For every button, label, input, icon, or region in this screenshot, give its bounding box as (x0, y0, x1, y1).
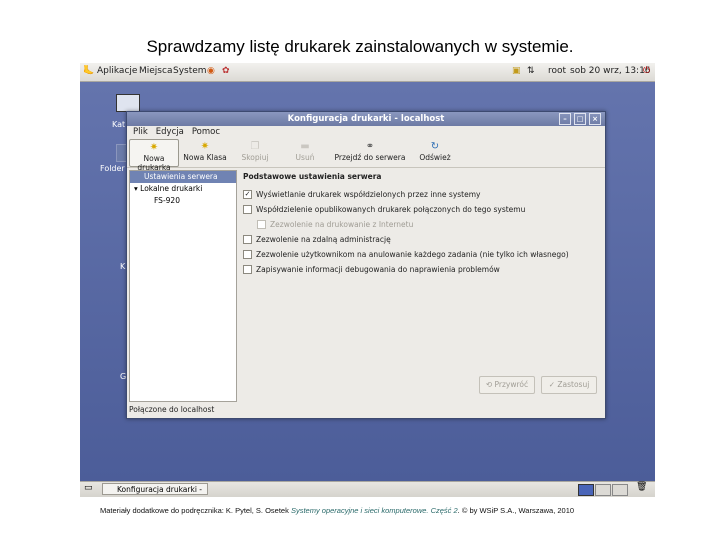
checkbox[interactable] (243, 265, 252, 274)
printer-config-window: Konfiguracja drukarki - localhost – □ × … (126, 111, 606, 419)
option-debug-logging[interactable]: Zapisywanie informacji debugowania do na… (239, 262, 601, 277)
gnome-foot-icon[interactable]: 🦶 (83, 66, 94, 76)
window-titlebar[interactable]: Konfiguracja drukarki - localhost – □ × (127, 112, 605, 126)
computer-icon[interactable] (116, 94, 140, 112)
new-printer-button[interactable]: ✷ Nowa drukarka (129, 139, 179, 172)
notes-icon[interactable]: ▣ (512, 66, 521, 76)
menu-file[interactable]: Plik (133, 126, 148, 139)
desktop-icon-label-3: K (120, 262, 126, 271)
copy-button[interactable]: ❐ Skopiuj (231, 139, 279, 165)
tree-pane: Ustawienia serwera ▾ Lokalne drukarki FS… (129, 170, 237, 402)
workspace-1[interactable] (578, 484, 594, 496)
desktop-icon-label-2: Folder (100, 164, 125, 173)
menu-places[interactable]: Miejsca (139, 66, 172, 76)
option-print-from-internet: Zezwolenie na drukowanie z Internetu (239, 217, 601, 232)
show-desktop-icon[interactable]: ▭ (84, 483, 93, 493)
refresh-icon: ↻ (430, 141, 440, 152)
menu-applications[interactable]: Aplikacje (97, 66, 137, 76)
delete-icon: ▬ (300, 141, 310, 152)
goto-server-button[interactable]: ⚭ Przejdź do serwera (331, 139, 409, 165)
status-bar: Połączone do localhost (129, 405, 215, 414)
option-publish-shared[interactable]: Współdzielenie opublikowanych drukarek p… (239, 202, 601, 217)
workspace-3[interactable] (612, 484, 628, 496)
slide-title: Sprawdzamy listę drukarek zainstalowanyc… (146, 37, 574, 56)
new-class-button[interactable]: ✷ Nowa Klasa (181, 139, 229, 165)
toolbar: ✷ Nowa drukarka ✷ Nowa Klasa ❐ Skopiuj ▬… (127, 139, 605, 172)
section-title: Podstawowe ustawienia serwera (243, 172, 382, 181)
close-icon[interactable]: × (589, 113, 601, 125)
taskbar-button-printer-config[interactable]: Konfiguracja drukarki - ... (102, 483, 208, 495)
firefox-icon[interactable]: ◉ (207, 66, 215, 76)
help-icon[interactable]: ✿ (222, 66, 230, 76)
slide-footer: Materiały dodatkowe do podręcznika: K. P… (100, 506, 575, 515)
checkbox (257, 220, 266, 229)
menu-edit[interactable]: Edycja (156, 126, 184, 139)
expander-icon[interactable]: ▾ (134, 184, 138, 193)
tree-item-local-printers[interactable]: ▾ Lokalne drukarki (130, 183, 236, 195)
connect-icon: ⚭ (365, 141, 375, 152)
network-icon[interactable]: ⇅ (527, 66, 535, 76)
maximize-icon[interactable]: □ (574, 113, 586, 125)
top-panel: 🦶 Aplikacje Miejsca System ◉ ✿ ▣ ⇅ root … (80, 63, 655, 82)
minimize-icon[interactable]: – (559, 113, 571, 125)
option-cancel-any-job[interactable]: Zezwolenie użytkownikom na anulowanie ka… (239, 247, 601, 262)
desktop-icon-label-1: Kat (112, 120, 126, 129)
screenshot: 🦶 Aplikacje Miejsca System ◉ ✿ ▣ ⇅ root … (80, 63, 655, 497)
menubar: Plik Edycja Pomoc (127, 126, 605, 139)
user-name: root (548, 66, 567, 76)
new-class-icon: ✷ (200, 141, 210, 152)
clock[interactable]: sob 20 wrz, 13:16 (570, 66, 651, 76)
checkbox[interactable] (243, 235, 252, 244)
bottom-panel: ▭ Konfiguracja drukarki - ... 🗑 (80, 481, 655, 497)
tree-item-printer[interactable]: FS-920 (130, 195, 236, 207)
apply-button[interactable]: ✓ Zastosuj (541, 376, 597, 394)
option-remote-admin[interactable]: Zezwolenie na zdalną administrację (239, 232, 601, 247)
delete-button[interactable]: ▬ Usuń (281, 139, 329, 165)
copy-icon: ❐ (250, 141, 260, 152)
window-title: Konfiguracja drukarki - localhost (287, 114, 445, 124)
refresh-button[interactable]: ↻ Odśwież (411, 139, 459, 165)
checkbox[interactable] (243, 205, 252, 214)
revert-icon: ⟲ (485, 380, 495, 389)
option-show-shared[interactable]: ✓ Wyświetlanie drukarek współdzielonych … (239, 187, 601, 202)
new-printer-icon: ✷ (149, 142, 159, 153)
menu-system[interactable]: System (173, 66, 207, 76)
checkbox[interactable]: ✓ (243, 190, 252, 199)
settings-pane: Podstawowe ustawienia serwera ✓ Wyświetl… (239, 170, 601, 400)
workspace-2[interactable] (595, 484, 611, 496)
menu-help[interactable]: Pomoc (192, 126, 220, 139)
tree-item-server-settings[interactable]: Ustawienia serwera (130, 171, 236, 183)
trash-icon[interactable]: 🗑 (636, 482, 647, 492)
checkbox[interactable] (243, 250, 252, 259)
power-icon[interactable]: ⏻ (643, 66, 650, 76)
revert-button[interactable]: ⟲ Przywróć (479, 376, 535, 394)
